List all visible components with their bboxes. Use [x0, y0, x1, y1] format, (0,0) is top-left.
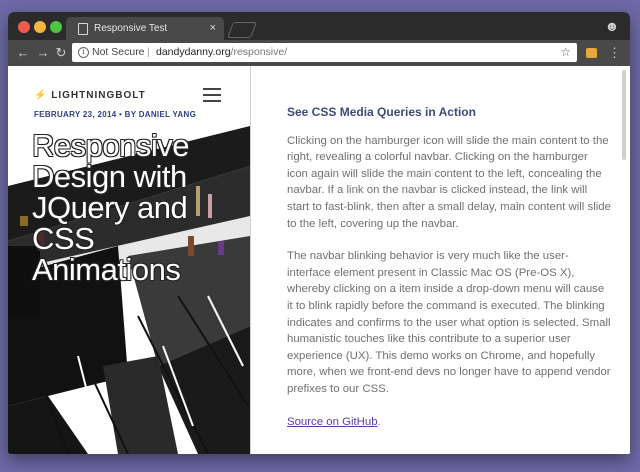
- tab-close-icon[interactable]: ×: [210, 17, 216, 40]
- browser-tab[interactable]: Responsive Test ×: [66, 17, 224, 40]
- article-body: See CSS Media Queries in Action Clicking…: [287, 104, 611, 446]
- site-brand[interactable]: ⚡ LIGHTNINGBOLT: [34, 90, 146, 101]
- browser-toolbar: ← → ↻ i Not Secure | dandydanny.org/resp…: [8, 40, 630, 66]
- title-bar: Responsive Test × ☻: [8, 12, 630, 40]
- url-separator: |: [147, 46, 150, 58]
- minimize-window-button[interactable]: [34, 21, 46, 33]
- url-path: /responsive/: [230, 46, 288, 58]
- scrollbar[interactable]: [622, 70, 626, 160]
- article-footer: Source on GitHub.: [287, 414, 611, 431]
- article-paragraph-1: Clicking on the hamburger icon will slid…: [287, 134, 611, 230]
- post-title: Responsive Design with JQuery and CSS An…: [32, 128, 189, 287]
- pause-icon[interactable]: ❚❚: [32, 318, 67, 344]
- reload-icon[interactable]: ↻: [52, 44, 70, 62]
- menu-icon[interactable]: ⋮: [608, 45, 621, 61]
- article-heading: See CSS Media Queries in Action: [287, 105, 476, 119]
- maximize-window-button[interactable]: [50, 21, 62, 33]
- tab-title: Responsive Test: [94, 23, 168, 34]
- address-bar[interactable]: i Not Secure | dandydanny.org/responsive…: [72, 43, 577, 62]
- article-paragraph-2: The navbar blinking behavior is very muc…: [287, 250, 611, 395]
- back-icon[interactable]: ←: [14, 44, 32, 62]
- star-icon[interactable]: ☆: [560, 43, 571, 62]
- link-suffix: .: [377, 415, 381, 428]
- page-icon: [78, 23, 88, 35]
- incognito-icon: ☻: [604, 18, 620, 34]
- page-content: ⚡ LIGHTNINGBOLT FEBRUARY 23, 2014 • BY D…: [8, 66, 630, 454]
- security-label: Not Secure: [92, 46, 145, 58]
- hamburger-icon[interactable]: [203, 88, 221, 104]
- forward-icon[interactable]: →: [34, 44, 52, 62]
- post-dateline: FEBRUARY 23, 2014 • BY DANIEL YANG: [34, 110, 197, 119]
- url-host: dandydanny.org: [156, 46, 231, 58]
- github-link[interactable]: Source on GitHub: [287, 416, 378, 428]
- close-window-button[interactable]: [18, 21, 30, 33]
- info-icon[interactable]: i: [78, 47, 89, 58]
- extension-icon[interactable]: [586, 48, 597, 58]
- browser-window: Responsive Test × ☻ ← → ↻ i Not Secure |…: [8, 12, 630, 454]
- url-text: dandydanny.org/responsive/: [156, 43, 287, 62]
- hero-panel: ⚡ LIGHTNINGBOLT FEBRUARY 23, 2014 • BY D…: [8, 66, 251, 454]
- new-tab-button[interactable]: [227, 22, 257, 38]
